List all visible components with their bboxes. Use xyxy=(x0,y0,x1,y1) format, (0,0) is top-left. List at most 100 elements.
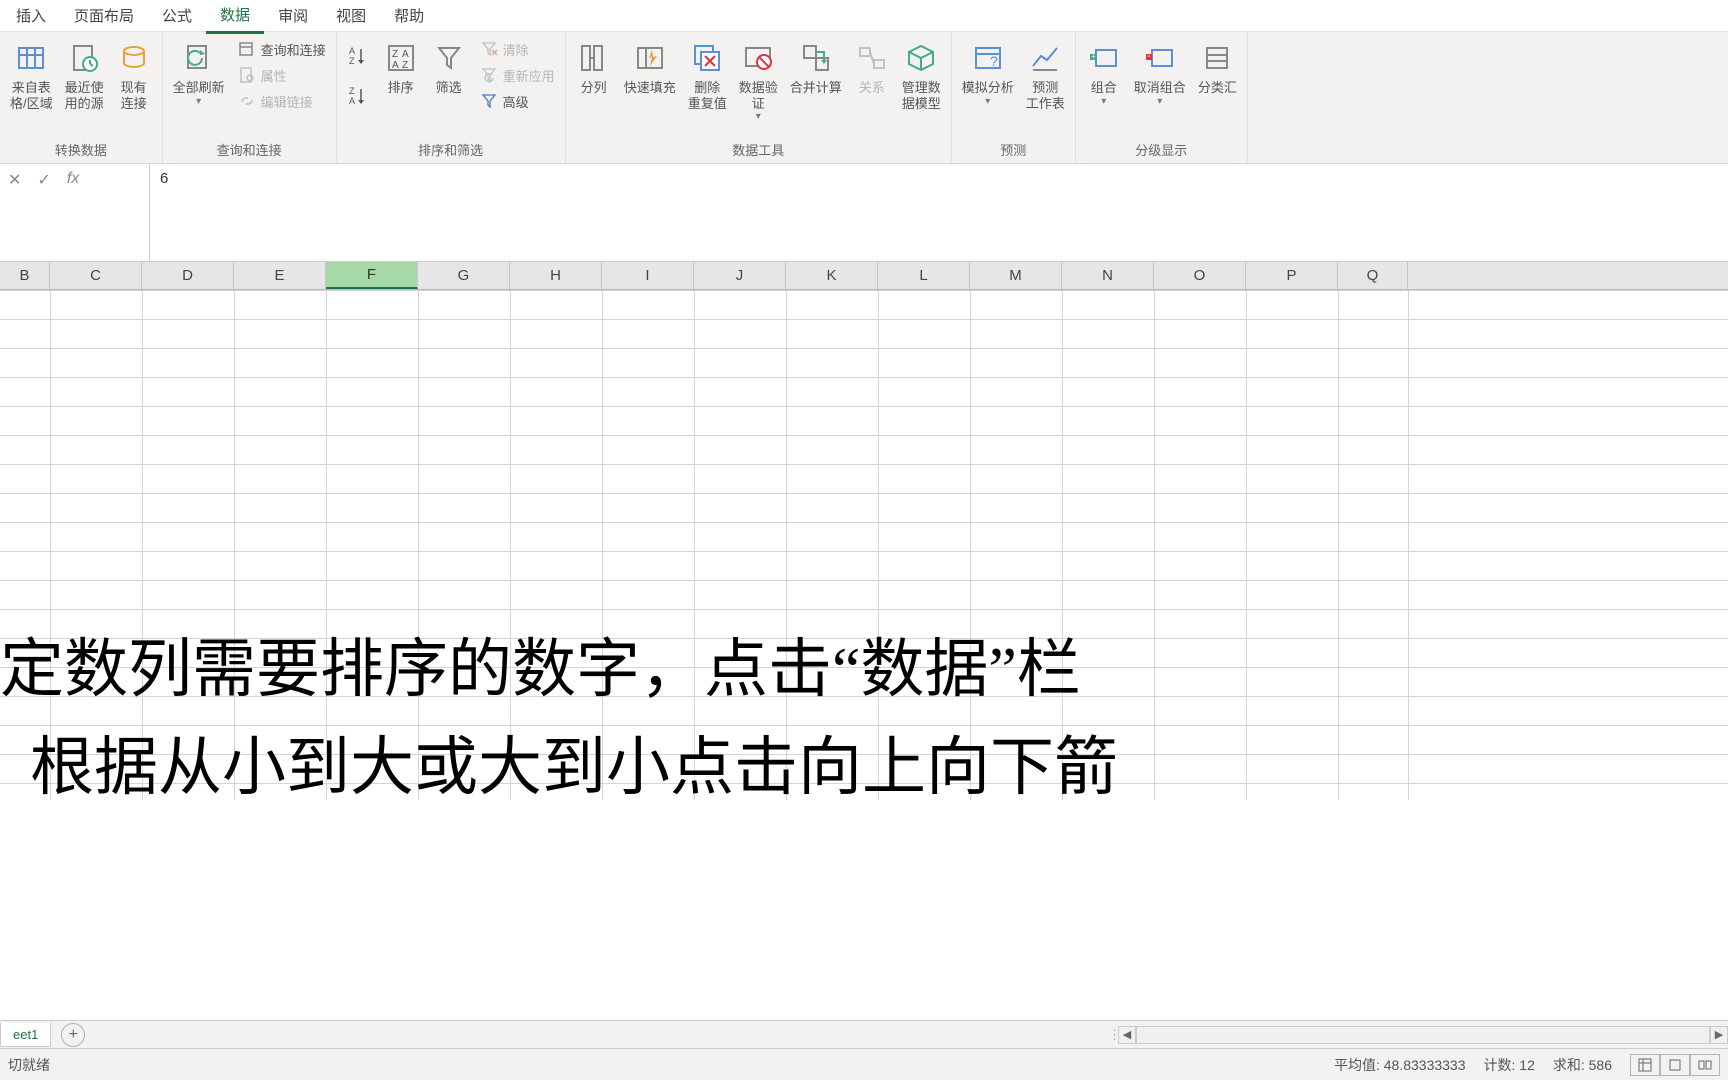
horizontal-scrollbar[interactable]: ⋮ ◀ ▶ xyxy=(1108,1026,1728,1044)
column-header-J[interactable]: J xyxy=(694,262,786,289)
column-header-E[interactable]: E xyxy=(234,262,326,289)
column-header-N[interactable]: N xyxy=(1062,262,1154,289)
manage-data-model-label: 管理数 据模型 xyxy=(902,80,941,111)
refresh-all-button[interactable]: 全部刷新 ▾ xyxy=(167,36,231,112)
from-table-range-button[interactable]: 来自表 格/区域 xyxy=(4,36,59,115)
refresh-all-icon xyxy=(181,40,217,76)
column-header-M[interactable]: M xyxy=(970,262,1062,289)
sort-button[interactable]: ZAAZ 排序 xyxy=(377,36,425,100)
data-validation-button[interactable]: 数据验 证▾ xyxy=(733,36,784,127)
column-header-K[interactable]: K xyxy=(786,262,878,289)
column-headers: BCDEFGHIJKLMNOPQ xyxy=(0,262,1728,290)
filter-button[interactable]: 筛选 xyxy=(425,36,473,100)
text-to-columns-label: 分列 xyxy=(581,80,607,96)
column-header-F[interactable]: F xyxy=(326,262,418,289)
clear-button[interactable]: 清除 xyxy=(473,36,561,62)
tab-data[interactable]: 数据 xyxy=(206,0,264,34)
tab-insert[interactable]: 插入 xyxy=(2,0,60,32)
status-ready: 切就绪 xyxy=(0,1055,50,1075)
column-header-P[interactable]: P xyxy=(1246,262,1338,289)
column-header-G[interactable]: G xyxy=(418,262,510,289)
column-header-O[interactable]: O xyxy=(1154,262,1246,289)
scroll-right-icon[interactable]: ▶ xyxy=(1710,1026,1728,1044)
cancel-icon[interactable]: ✕ xyxy=(8,170,21,190)
properties-icon xyxy=(237,65,257,85)
flash-fill-icon xyxy=(632,40,668,76)
column-header-Q[interactable]: Q xyxy=(1338,262,1408,289)
svg-text:A: A xyxy=(402,49,409,60)
column-header-H[interactable]: H xyxy=(510,262,602,289)
edit-links-icon xyxy=(237,91,257,111)
relationships-button[interactable]: 关系 xyxy=(848,36,896,100)
remove-duplicates-label: 删除 重复值 xyxy=(688,80,727,111)
sort-asc-button[interactable]: AZ xyxy=(345,44,373,68)
forecast-sheet-button[interactable]: 预测 工作表 xyxy=(1020,36,1071,115)
subtotal-icon xyxy=(1199,40,1235,76)
recent-sources-label: 最近使 用的源 xyxy=(65,80,104,111)
status-bar: 切就绪 平均值: 48.83333333 计数: 12 求和: 586 xyxy=(0,1048,1728,1080)
sheet-tab[interactable]: eet1 xyxy=(0,1023,51,1047)
status-count: 计数: 12 xyxy=(1484,1055,1535,1075)
enter-icon[interactable]: ✓ xyxy=(37,170,50,190)
filter-label: 筛选 xyxy=(436,80,462,96)
column-header-I[interactable]: I xyxy=(602,262,694,289)
existing-connections-button[interactable]: 现有 连接 xyxy=(110,36,158,115)
from-table-range-label: 来自表 格/区域 xyxy=(10,80,53,111)
formula-input[interactable]: 6 xyxy=(150,164,1728,261)
relationships-label: 关系 xyxy=(859,80,885,96)
page-layout-view-button[interactable] xyxy=(1660,1054,1690,1076)
whatif-label: 模拟分析 xyxy=(962,80,1014,96)
normal-view-button[interactable] xyxy=(1630,1054,1660,1076)
queries-connections-label: 查询和连接 xyxy=(261,40,326,59)
sort-desc-button[interactable]: ZA xyxy=(345,84,373,108)
whatif-icon: ? xyxy=(970,40,1006,76)
instruction-line-1: 定数列需要排序的数字，点击“数据”栏 xyxy=(0,622,1081,718)
scroll-left-icon[interactable]: ◀ xyxy=(1118,1026,1136,1044)
reapply-label: 重新应用 xyxy=(503,66,555,85)
tab-review[interactable]: 审阅 xyxy=(264,0,322,32)
new-sheet-button[interactable]: + xyxy=(61,1023,85,1047)
properties-label: 属性 xyxy=(261,66,287,85)
text-to-columns-button[interactable]: 分列 xyxy=(570,36,618,100)
reapply-button[interactable]: 重新应用 xyxy=(473,62,561,88)
consolidate-label: 合并计算 xyxy=(790,80,842,96)
dropdown-arrow-icon: ▾ xyxy=(756,111,761,123)
queries-connections-button[interactable]: 查询和连接 xyxy=(231,36,332,62)
fx-icon[interactable]: fx xyxy=(67,170,79,188)
remove-duplicates-button[interactable]: 删除 重复值 xyxy=(682,36,733,115)
column-header-B[interactable]: B xyxy=(0,262,50,289)
tab-help[interactable]: 帮助 xyxy=(380,0,438,32)
tab-view[interactable]: 视图 xyxy=(322,0,380,32)
flash-fill-label: 快速填充 xyxy=(624,80,676,96)
svg-text:?: ? xyxy=(990,53,998,69)
sheet-tab-bar: eet1 + ⋮ ◀ ▶ xyxy=(0,1020,1728,1048)
edit-links-button[interactable]: 编辑链接 xyxy=(231,88,332,114)
properties-button[interactable]: 属性 xyxy=(231,62,332,88)
ungroup-label: 取消组合 xyxy=(1134,80,1186,96)
tab-formulas[interactable]: 公式 xyxy=(148,0,206,32)
whatif-analysis-button[interactable]: ?模拟分析▾ xyxy=(956,36,1020,112)
group-queries-label: 查询和连接 xyxy=(167,138,332,163)
column-header-C[interactable]: C xyxy=(50,262,142,289)
column-header-L[interactable]: L xyxy=(878,262,970,289)
column-header-D[interactable]: D xyxy=(142,262,234,289)
svg-text:Z: Z xyxy=(349,86,355,96)
tab-page-layout[interactable]: 页面布局 xyxy=(60,0,148,32)
sort-asc-icon: AZ xyxy=(347,46,367,66)
group-button[interactable]: +组合▾ xyxy=(1080,36,1128,112)
flash-fill-button[interactable]: 快速填充 xyxy=(618,36,682,100)
advanced-button[interactable]: 高级 xyxy=(473,88,561,114)
group-icon: + xyxy=(1086,40,1122,76)
svg-text:-: - xyxy=(1147,51,1150,62)
ungroup-button[interactable]: -取消组合▾ xyxy=(1128,36,1192,112)
svg-text:Z: Z xyxy=(392,49,398,60)
recent-sources-button[interactable]: 最近使 用的源 xyxy=(59,36,110,115)
consolidate-button[interactable]: 合并计算 xyxy=(784,36,848,100)
manage-data-model-button[interactable]: 管理数 据模型 xyxy=(896,36,947,115)
subtotal-button[interactable]: 分类汇 xyxy=(1192,36,1243,100)
clear-icon xyxy=(479,39,499,59)
page-break-view-button[interactable] xyxy=(1690,1054,1720,1076)
queries-icon xyxy=(237,39,257,59)
status-sum: 求和: 586 xyxy=(1553,1055,1612,1075)
sort-desc-icon: ZA xyxy=(347,86,367,106)
